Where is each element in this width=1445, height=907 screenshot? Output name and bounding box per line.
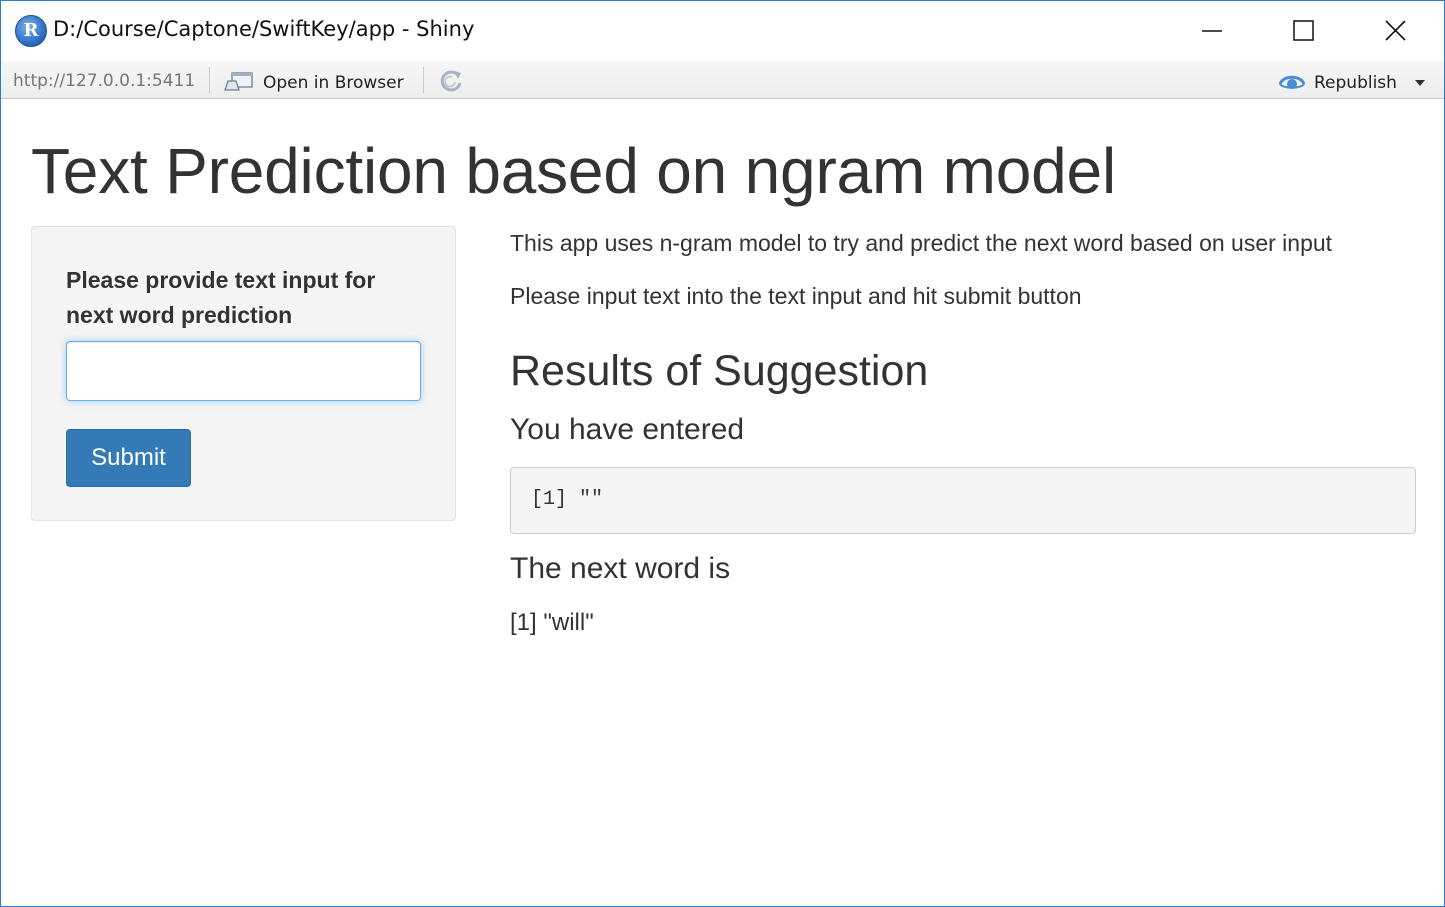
- results-heading: Results of Suggestion: [510, 347, 929, 395]
- maximize-button[interactable]: [1258, 1, 1350, 61]
- url-display: http://127.0.0.1:5411: [13, 71, 196, 91]
- refresh-icon[interactable]: [437, 67, 465, 95]
- instruction-text: Please input text into the text input an…: [510, 283, 1082, 309]
- title-bar: R D:/Course/Captone/SwiftKey/app - Shiny: [1, 1, 1444, 61]
- viewer-toolbar: http://127.0.0.1:5411 Open in Browser Re…: [1, 61, 1444, 99]
- minimize-icon: [1202, 30, 1222, 32]
- republish-dropdown-caret-icon[interactable]: [1415, 80, 1425, 86]
- shiny-window: R D:/Course/Captone/SwiftKey/app - Shiny…: [0, 0, 1445, 907]
- republish-icon[interactable]: [1277, 71, 1307, 93]
- next-word-heading: The next word is: [510, 552, 731, 585]
- submit-button[interactable]: Submit: [66, 429, 191, 487]
- open-in-browser-button[interactable]: Open in Browser: [263, 73, 404, 93]
- entered-text-output: [1] "": [510, 467, 1416, 534]
- entered-heading: You have entered: [510, 413, 745, 446]
- close-icon: [1385, 20, 1406, 41]
- toolbar-separator: [209, 67, 210, 93]
- text-input[interactable]: [66, 341, 421, 401]
- r-logo-icon: R: [15, 15, 47, 47]
- text-input-label: Please provide text input for next word …: [66, 267, 376, 328]
- close-button[interactable]: [1350, 1, 1442, 61]
- next-word-output: [1] "will": [510, 609, 594, 636]
- maximize-icon: [1293, 20, 1314, 41]
- sidebar-panel: Please provide text input for next word …: [31, 226, 456, 521]
- minimize-button[interactable]: [1166, 1, 1258, 61]
- republish-button[interactable]: Republish: [1314, 73, 1397, 93]
- description-text: This app uses n-gram model to try and pr…: [510, 230, 1333, 256]
- window-title: D:/Course/Captone/SwiftKey/app - Shiny: [53, 17, 475, 41]
- r-logo-letter: R: [23, 20, 39, 41]
- open-in-browser-icon[interactable]: [223, 71, 255, 93]
- toolbar-separator: [423, 67, 424, 93]
- page-title: Text Prediction based on ngram model: [31, 135, 1116, 207]
